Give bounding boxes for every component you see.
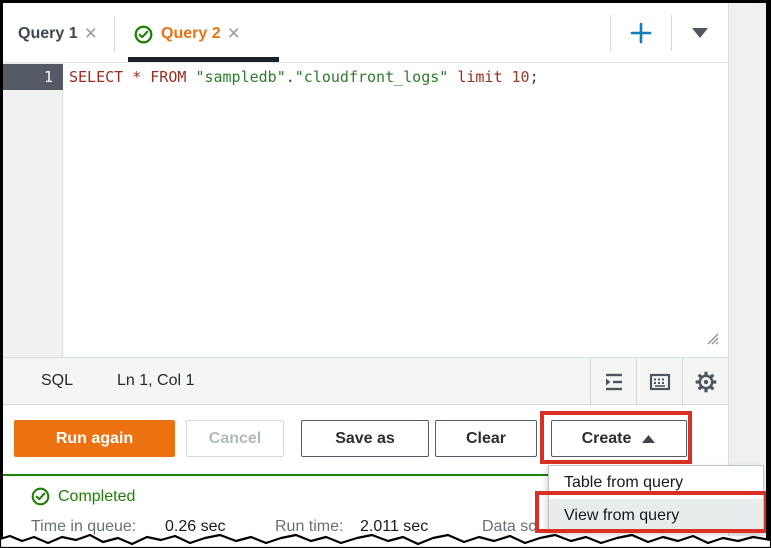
format-indent-icon xyxy=(601,369,627,395)
sql-string-database: "sampledb" xyxy=(195,68,285,86)
time-in-queue-value: 0.26 sec xyxy=(165,518,225,536)
clear-button[interactable]: Clear xyxy=(435,420,537,457)
run-again-button[interactable]: Run again xyxy=(14,420,175,457)
cursor-position: Ln 1, Col 1 xyxy=(117,372,194,390)
caret-up-icon xyxy=(641,434,656,444)
sql-space xyxy=(448,68,457,86)
cancel-button[interactable]: Cancel xyxy=(186,420,284,457)
menu-item-view-from-query[interactable]: View from query xyxy=(549,499,763,532)
line-number-gutter: 1 xyxy=(3,63,63,357)
status-bar-actions xyxy=(590,358,728,406)
tab-query-2-label: Query 2 xyxy=(161,25,221,43)
check-circle-icon xyxy=(31,487,50,506)
language-indicator: SQL xyxy=(41,372,73,390)
create-menu-button[interactable]: Create xyxy=(551,420,687,457)
gear-icon xyxy=(693,369,719,395)
tab-list-menu-button[interactable] xyxy=(672,9,728,57)
screenshot-border xyxy=(0,0,771,3)
sql-number: 10 xyxy=(512,68,530,86)
new-query-tab-button[interactable] xyxy=(611,9,671,57)
save-as-button[interactable]: Save as xyxy=(301,420,429,457)
screenshot-border xyxy=(0,0,3,540)
time-in-queue-label: Time in queue: xyxy=(31,518,136,536)
run-time-value: 2.011 sec xyxy=(360,518,428,536)
run-time-label: Run time: xyxy=(275,518,343,536)
sql-string-table: "cloudfront_logs" xyxy=(295,68,449,86)
query-tab-bar: Query 1 × Query 2 × xyxy=(3,3,728,62)
close-icon[interactable]: × xyxy=(85,25,97,43)
status-completed-label: Completed xyxy=(58,488,135,506)
sql-semicolon: ; xyxy=(530,68,539,86)
tab-separator xyxy=(114,16,115,52)
screenshot-border xyxy=(766,0,771,540)
sql-keyword: SELECT * FROM xyxy=(69,68,195,86)
line-number: 1 xyxy=(3,64,63,90)
data-scanned-label-clipped: Data sc xyxy=(482,518,536,536)
query-actions-toolbar: Run again Cancel Save as Clear Create xyxy=(3,405,728,474)
menu-item-table-from-query[interactable]: Table from query xyxy=(549,466,763,499)
editor-settings-button[interactable] xyxy=(682,358,728,406)
tab-query-1[interactable]: Query 1 × xyxy=(18,17,97,51)
tab-query-2[interactable]: Query 2 × xyxy=(134,17,240,51)
sql-code-editor[interactable]: 1 SELECT * FROM "sampledb"."cloudfront_l… xyxy=(3,62,728,357)
editor-resize-handle[interactable] xyxy=(704,330,720,351)
query-status: Completed xyxy=(31,487,135,506)
close-icon[interactable]: × xyxy=(228,25,240,43)
create-button-label: Create xyxy=(582,430,632,448)
tab-query-1-label: Query 1 xyxy=(18,25,78,43)
create-dropdown-menu: Table from query View from query xyxy=(548,465,764,533)
caret-down-icon xyxy=(690,26,710,39)
check-circle-icon xyxy=(134,25,153,44)
keyboard-icon xyxy=(647,369,673,395)
sql-statement-line[interactable]: SELECT * FROM "sampledb"."cloudfront_log… xyxy=(69,64,539,90)
right-background-strip xyxy=(728,3,766,536)
editor-status-bar: SQL Ln 1, Col 1 xyxy=(3,357,728,405)
keyboard-shortcuts-button[interactable] xyxy=(636,358,682,406)
plus-icon xyxy=(629,21,653,45)
sql-keyword-limit: limit xyxy=(457,68,511,86)
sql-dot: . xyxy=(286,68,295,86)
tab-bar-controls xyxy=(610,3,728,62)
athena-query-editor-screenshot: Query 1 × Query 2 × xyxy=(0,0,771,548)
format-query-button[interactable] xyxy=(590,358,636,406)
